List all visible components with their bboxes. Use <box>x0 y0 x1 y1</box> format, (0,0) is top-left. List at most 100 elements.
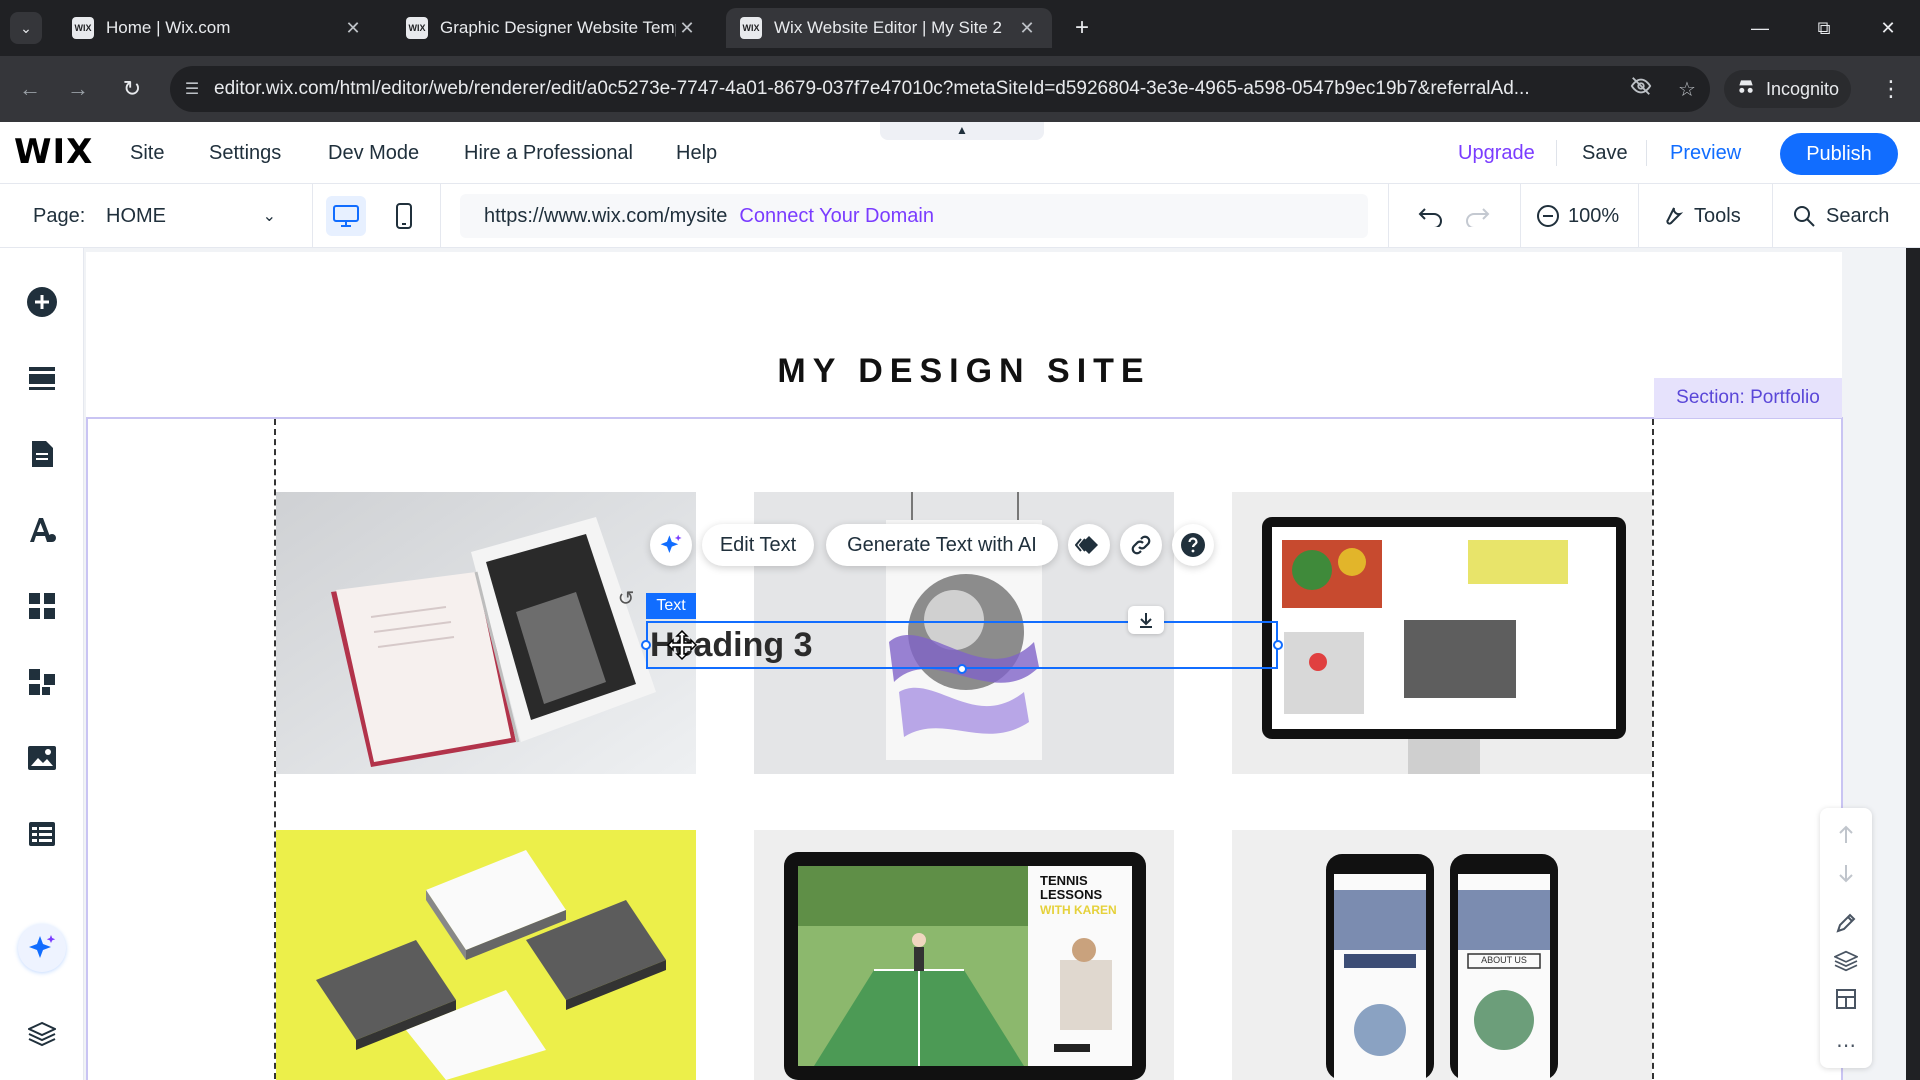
incognito-label: Incognito <box>1766 78 1840 99</box>
divider <box>1772 184 1773 248</box>
ai-text-button[interactable] <box>650 524 692 566</box>
rotate-handle-icon[interactable]: ↺ <box>612 584 640 612</box>
divider <box>1388 184 1389 248</box>
media-button[interactable] <box>22 738 62 778</box>
menu-site[interactable]: Site <box>130 122 164 184</box>
incognito-icon <box>1736 77 1756 102</box>
business-tools-button[interactable] <box>22 662 62 702</box>
menu-hire-professional[interactable]: Hire a Professional <box>464 122 633 184</box>
close-window-icon[interactable]: ✕ <box>1868 10 1908 46</box>
stretch-down-icon[interactable] <box>1128 606 1164 634</box>
browser-tab-home[interactable]: WIX Home | Wix.com ✕ <box>58 8 378 48</box>
undo-icon <box>1418 208 1442 227</box>
site-design-button[interactable] <box>22 510 62 550</box>
search-button[interactable]: Search <box>1792 184 1889 248</box>
help-button[interactable] <box>1172 524 1214 566</box>
wix-logo[interactable]: WIX <box>14 132 93 172</box>
menu-settings[interactable]: Settings <box>209 122 281 184</box>
search-label: Search <box>1826 204 1890 227</box>
resize-handle-bottom[interactable] <box>957 664 967 674</box>
close-tab-icon[interactable]: ✕ <box>676 18 698 39</box>
add-elements-button[interactable] <box>22 282 62 322</box>
connect-domain-link[interactable]: Connect Your Domain <box>739 205 934 228</box>
sections-icon <box>29 367 55 390</box>
layers-icon <box>28 1021 56 1047</box>
site-url-field[interactable]: https://www.wix.com/mysite Connect Your … <box>460 194 1368 238</box>
back-arrow-icon[interactable]: ← <box>14 73 46 105</box>
eye-off-icon[interactable] <box>1618 75 1664 103</box>
collapse-toolbar-chevron-icon[interactable]: ▲ <box>880 122 1044 140</box>
element-type-tag: Text <box>646 593 696 619</box>
editor-canvas[interactable]: MY DESIGN SITE Section: Portfolio TENNIS… <box>84 248 1906 1080</box>
tablet-illustration <box>754 830 1174 1080</box>
portfolio-image-phones[interactable]: ABOUT US <box>1232 830 1652 1080</box>
apps-grid-icon <box>29 593 55 619</box>
edit-pencil-icon[interactable] <box>1830 908 1862 938</box>
wix-favicon-icon: WIX <box>740 17 762 39</box>
add-section-button[interactable] <box>22 358 62 398</box>
resize-handle-right[interactable] <box>1273 640 1283 650</box>
portfolio-image-cards[interactable] <box>276 830 696 1080</box>
design-font-icon <box>30 518 56 542</box>
cards-illustration <box>276 830 696 1080</box>
tools-button[interactable]: Tools <box>1660 184 1741 248</box>
site-info-icon[interactable]: ☰ <box>170 79 214 99</box>
minimize-window-icon[interactable]: — <box>1740 10 1780 46</box>
zoom-control[interactable]: 100% <box>1536 184 1619 248</box>
wix-favicon-icon: WIX <box>72 17 94 39</box>
edit-text-button[interactable]: Edit Text <box>702 524 814 566</box>
mobile-view-button[interactable] <box>384 196 424 236</box>
reload-icon[interactable]: ↻ <box>116 73 148 105</box>
browser-menu-icon[interactable]: ⋮ <box>1876 73 1906 105</box>
pages-menu-button[interactable] <box>22 434 62 474</box>
tennis-subtitle: WITH KAREN <box>1040 903 1117 917</box>
animation-button[interactable] <box>1068 524 1110 566</box>
site-title[interactable]: MY DESIGN SITE <box>86 352 1842 391</box>
ai-assistant-button[interactable] <box>18 924 66 972</box>
add-apps-button[interactable] <box>22 586 62 626</box>
cms-button[interactable] <box>22 814 62 854</box>
link-button[interactable] <box>1120 524 1162 566</box>
preview-button[interactable]: Preview <box>1670 122 1741 184</box>
tab-search-chevron-icon[interactable]: ⌄ <box>10 12 42 44</box>
bookmark-star-icon[interactable]: ☆ <box>1664 77 1710 102</box>
menu-help[interactable]: Help <box>676 122 717 184</box>
puzzle-icon <box>29 669 55 695</box>
page-select[interactable]: HOME ⌄ <box>106 184 276 248</box>
portfolio-image-tablet[interactable]: TENNIS LESSONS WITH KAREN <box>754 830 1174 1080</box>
tennis-title: TENNIS LESSONS <box>1040 873 1103 902</box>
publish-button[interactable]: Publish <box>1780 133 1898 175</box>
table-icon <box>29 822 55 846</box>
page-label: Page: <box>33 204 86 227</box>
divider <box>1646 140 1647 166</box>
section-label[interactable]: Section: Portfolio <box>1654 378 1842 418</box>
resize-handle-left[interactable] <box>641 640 651 650</box>
portfolio-image-book[interactable] <box>276 492 696 774</box>
close-tab-icon[interactable]: ✕ <box>1016 18 1038 39</box>
move-cursor-icon <box>666 629 698 661</box>
desktop-view-button[interactable] <box>326 196 366 236</box>
upgrade-link[interactable]: Upgrade <box>1458 122 1535 184</box>
layout-grid-icon[interactable] <box>1830 984 1862 1014</box>
restore-window-icon[interactable]: ⧉ <box>1804 10 1844 46</box>
layers-button[interactable] <box>22 1014 62 1054</box>
image-icon <box>28 746 56 770</box>
more-options-icon[interactable]: ⋯ <box>1830 1030 1862 1060</box>
layers-small-icon[interactable] <box>1830 946 1862 976</box>
incognito-badge[interactable]: Incognito <box>1724 70 1852 108</box>
address-bar[interactable]: ☰ editor.wix.com/html/editor/web/rendere… <box>170 66 1710 112</box>
move-up-icon[interactable] <box>1830 820 1862 850</box>
forward-arrow-icon[interactable]: → <box>62 73 94 105</box>
portfolio-image-monitor[interactable] <box>1232 492 1652 774</box>
menu-dev-mode[interactable]: Dev Mode <box>328 122 419 184</box>
new-tab-plus-icon[interactable]: + <box>1066 12 1098 44</box>
save-button[interactable]: Save <box>1582 122 1628 184</box>
move-down-icon[interactable] <box>1830 858 1862 888</box>
browser-tab-template[interactable]: WIX Graphic Designer Website Temp ✕ <box>392 8 712 48</box>
address-url[interactable]: editor.wix.com/html/editor/web/renderer/… <box>214 78 1618 100</box>
generate-text-ai-button[interactable]: Generate Text with AI <box>826 524 1058 566</box>
redo-button[interactable] <box>1464 184 1490 248</box>
browser-tab-editor[interactable]: WIX Wix Website Editor | My Site 2 ✕ <box>726 8 1052 48</box>
close-tab-icon[interactable]: ✕ <box>342 18 364 39</box>
undo-button[interactable] <box>1418 184 1444 248</box>
